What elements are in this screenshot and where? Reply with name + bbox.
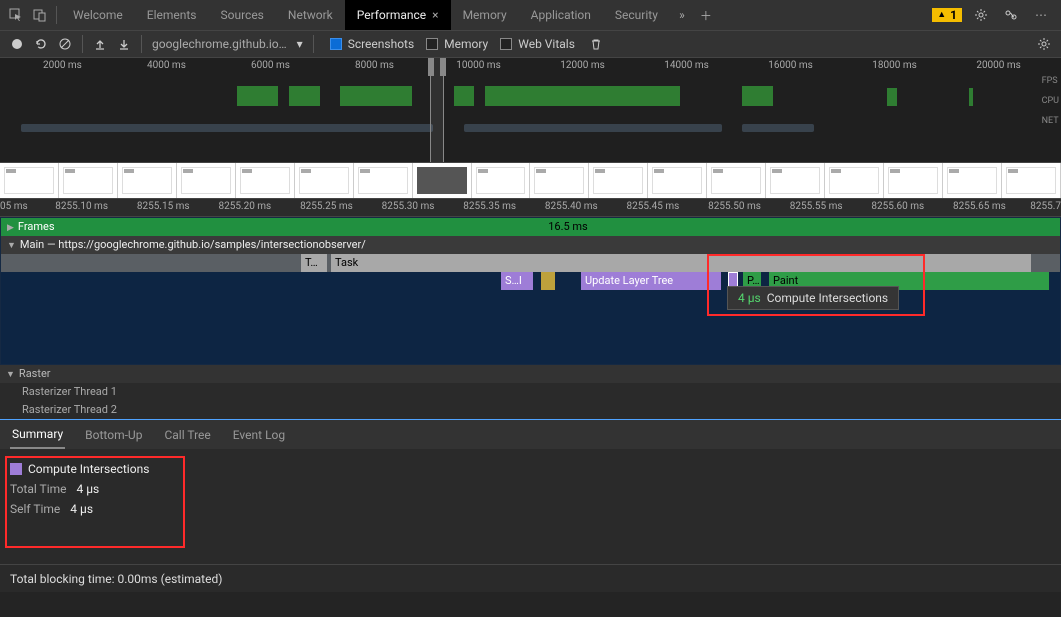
self-time-label: Self Time xyxy=(10,502,60,516)
flame-ruler-tick: 8255.45 ms xyxy=(627,201,680,212)
flame-ruler-tick: 8255.65 ms xyxy=(953,201,1006,212)
raster-disclosure[interactable] xyxy=(6,365,19,384)
warning-icon: ▲ xyxy=(937,7,946,23)
memory-label: Memory xyxy=(444,37,488,51)
flame-ruler-tick: 8255.7 xyxy=(1030,201,1061,212)
bottom-tab-calltree[interactable]: Call Tree xyxy=(162,422,212,448)
flame-ruler-tick: 8255.35 ms xyxy=(463,201,516,212)
frames-disclosure[interactable] xyxy=(7,218,18,237)
tab-application[interactable]: Application xyxy=(519,0,603,30)
kebab-icon[interactable]: ⋯ xyxy=(1029,2,1053,28)
trash-icon[interactable] xyxy=(585,33,607,55)
flame-ruler[interactable]: 05 ms 8255.10 ms 8255.15 ms 8255.20 ms 8255.… xyxy=(0,199,1061,217)
flame-ruler-tick: 8255.20 ms xyxy=(218,201,271,212)
capture-settings-icon[interactable] xyxy=(1033,33,1055,55)
overview-tick: 16000 ms xyxy=(768,60,813,71)
warnings-badge[interactable]: ▲1 xyxy=(931,7,963,23)
flame-event[interactable] xyxy=(541,272,555,290)
overview-tick: 18000 ms xyxy=(872,60,917,71)
memory-checkbox[interactable] xyxy=(426,38,438,50)
lane-net-label: NET xyxy=(1042,116,1059,126)
total-time-value: 4 µs xyxy=(77,482,100,496)
reload-icon[interactable] xyxy=(30,33,52,55)
flame-ruler-tick: 8255.55 ms xyxy=(790,201,843,212)
frame-duration-label: 16.5 ms xyxy=(548,218,588,236)
tab-sources[interactable]: Sources xyxy=(209,0,276,30)
flame-task[interactable]: T… xyxy=(301,254,327,272)
screenshots-checkbox[interactable] xyxy=(330,38,342,50)
overview-tick: 14000 ms xyxy=(664,60,709,71)
bottom-tab-bottomup[interactable]: Bottom-Up xyxy=(83,422,144,448)
add-tab-icon[interactable]: ＋ xyxy=(694,2,718,28)
record-icon[interactable] xyxy=(6,33,28,55)
self-time-value: 4 µs xyxy=(70,502,93,516)
dropdown-icon[interactable]: ▾ xyxy=(293,33,307,55)
bottom-tab-eventlog[interactable]: Event Log xyxy=(231,422,287,448)
flame-ruler-tick: 8255.10 ms xyxy=(55,201,108,212)
webvitals-checkbox[interactable] xyxy=(500,38,512,50)
device-toggle-icon[interactable] xyxy=(28,2,52,28)
inspect-icon[interactable] xyxy=(4,2,28,28)
blocking-time-footer: Total blocking time: 0.00ms (estimated) xyxy=(0,564,1061,592)
flame-chart[interactable]: Frames 16.5 ms Main — https://googlechro… xyxy=(0,217,1061,365)
tab-welcome[interactable]: Welcome xyxy=(61,0,135,30)
tab-security[interactable]: Security xyxy=(603,0,670,30)
flame-ruler-tick: 8255.15 ms xyxy=(137,201,190,212)
bottom-tab-summary[interactable]: Summary xyxy=(10,421,65,449)
recording-url[interactable]: googlechrome.github.io… xyxy=(148,37,291,51)
overview-fps-track xyxy=(0,76,1031,106)
flame-event-update-layer[interactable]: Update Layer Tree xyxy=(581,272,721,290)
main-disclosure[interactable] xyxy=(7,236,20,255)
more-tabs-icon[interactable]: » xyxy=(670,2,694,28)
event-color-chip xyxy=(10,463,22,475)
flame-event[interactable]: S…I xyxy=(501,272,533,290)
overview-tick: 20000 ms xyxy=(976,60,1021,71)
flame-ruler-tick: 8255.40 ms xyxy=(545,201,598,212)
overview-timeline[interactable]: 2000 ms 4000 ms 6000 ms 8000 ms 10000 ms 1200… xyxy=(0,58,1061,163)
main-group-label: Main — https://googlechrome.github.io/sa… xyxy=(20,236,366,254)
lane-fps-label: FPS xyxy=(1042,76,1059,86)
flame-ruler-tick: 8255.30 ms xyxy=(382,201,435,212)
gear-icon[interactable] xyxy=(969,2,993,28)
screenshot-filmstrip[interactable] xyxy=(0,163,1061,199)
webvitals-label: Web Vitals xyxy=(518,37,575,51)
frames-group-label: Frames xyxy=(18,218,76,236)
overview-tick: 2000 ms xyxy=(43,60,82,71)
close-icon[interactable]: × xyxy=(432,8,438,22)
flame-ruler-tick: 05 ms xyxy=(0,201,28,212)
total-time-label: Total Time xyxy=(10,482,67,496)
summary-pane: Compute Intersections Total Time4 µs Sel… xyxy=(0,449,1061,554)
overview-tick: 12000 ms xyxy=(560,60,605,71)
overview-tick: 6000 ms xyxy=(251,60,290,71)
overview-cpu-track xyxy=(0,110,1031,134)
download-icon[interactable] xyxy=(113,33,135,55)
flame-ruler-tick: 8255.60 ms xyxy=(871,201,924,212)
raster-group-label: Raster xyxy=(19,365,51,383)
tab-memory[interactable]: Memory xyxy=(451,0,519,30)
raster-thread-row[interactable]: Rasterizer Thread 2 xyxy=(0,401,1061,419)
tabbar: Welcome Elements Sources Network Perform… xyxy=(61,0,931,30)
upload-icon[interactable] xyxy=(89,33,111,55)
tab-performance[interactable]: Performance× xyxy=(345,0,451,30)
tab-network[interactable]: Network xyxy=(276,0,345,30)
lane-cpu-label: CPU xyxy=(1042,96,1059,106)
tab-elements[interactable]: Elements xyxy=(135,0,209,30)
raster-thread-row[interactable]: Rasterizer Thread 1 xyxy=(0,383,1061,401)
overview-tick: 8000 ms xyxy=(355,60,394,71)
overview-tick: 10000 ms xyxy=(456,60,501,71)
flame-tooltip: 4 µsCompute Intersections xyxy=(727,286,899,310)
overview-tick: 4000 ms xyxy=(147,60,186,71)
customize-icon[interactable] xyxy=(999,2,1023,28)
flame-ruler-tick: 8255.50 ms xyxy=(708,201,761,212)
clear-icon[interactable] xyxy=(54,33,76,55)
summary-event-name: Compute Intersections xyxy=(28,462,149,476)
flame-ruler-tick: 8255.25 ms xyxy=(300,201,353,212)
overview-selection-window[interactable] xyxy=(430,58,444,162)
flame-task[interactable]: Task xyxy=(331,254,1031,272)
screenshots-label: Screenshots xyxy=(348,37,414,51)
